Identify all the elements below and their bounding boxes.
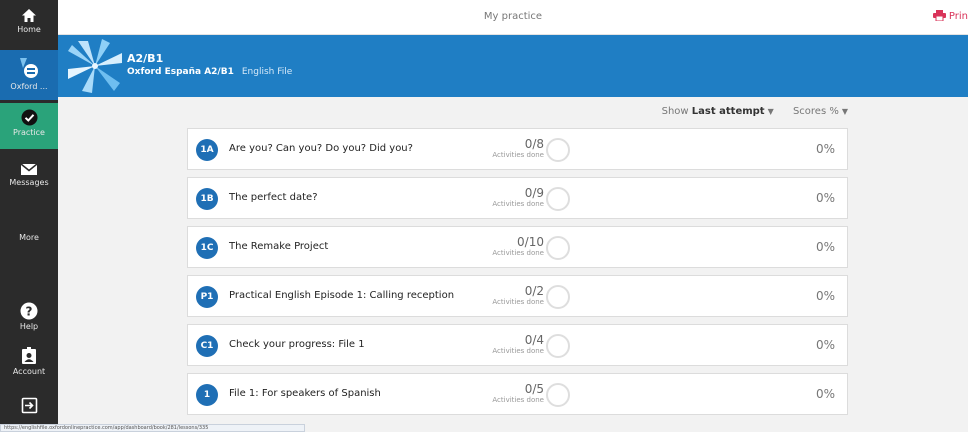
unit-badge: 1C bbox=[196, 237, 218, 259]
unit-badge: 1 bbox=[196, 384, 218, 406]
unit-score: 0% bbox=[815, 142, 835, 156]
activities-count: 0/10 bbox=[517, 235, 544, 249]
account-icon bbox=[22, 347, 36, 364]
activities-done: 0/4 Activities done bbox=[470, 333, 544, 356]
unit-title: The Remake Project bbox=[229, 241, 329, 252]
activities-label: Activities done bbox=[492, 151, 544, 159]
unit-score: 0% bbox=[815, 240, 835, 254]
filter-bar: Show Last attempt ▼ Scores % ▼ bbox=[662, 106, 848, 117]
sidebar-item-label: Messages bbox=[9, 178, 49, 187]
sidebar-item-label: Practice bbox=[13, 128, 45, 137]
activities-label: Activities done bbox=[492, 396, 544, 404]
sidebar: Home Oxford ... Practice Messages More ? bbox=[0, 0, 58, 432]
sidebar-item-label: More bbox=[19, 233, 39, 242]
print-label: Prin bbox=[948, 11, 968, 22]
sidebar-item-logout[interactable] bbox=[0, 397, 58, 416]
printer-icon bbox=[932, 10, 946, 22]
course-banner: A2/B1 Oxford España A2/B1 English File bbox=[58, 35, 968, 97]
activities-count: 0/2 bbox=[524, 284, 544, 298]
sidebar-item-label: Help bbox=[19, 322, 39, 331]
scores-filter-label: Scores % bbox=[792, 106, 839, 117]
sidebar-item-help[interactable]: ? Help bbox=[0, 302, 58, 331]
activities-count: 0/9 bbox=[524, 186, 544, 200]
browser-status-bar: https://englishfile.oxfordonlinepractice… bbox=[0, 424, 305, 432]
unit-score: 0% bbox=[815, 387, 835, 401]
unit-row[interactable]: 1A Are you? Can you? Do you? Did you? 0/… bbox=[187, 128, 848, 170]
progress-ring bbox=[546, 187, 570, 211]
home-icon bbox=[22, 9, 36, 22]
show-filter-value: Last attempt bbox=[691, 106, 765, 117]
logout-icon bbox=[21, 397, 37, 414]
activities-count: 0/5 bbox=[524, 382, 544, 396]
unit-badge: 1B bbox=[196, 188, 218, 210]
activities-done: 0/10 Activities done bbox=[470, 235, 544, 258]
course-level: A2/B1 bbox=[127, 52, 164, 65]
sidebar-item-home[interactable]: Home bbox=[0, 8, 58, 34]
unit-row[interactable]: C1 Check your progress: File 1 0/4 Activ… bbox=[187, 324, 848, 366]
sidebar-item-label: Account bbox=[12, 367, 46, 376]
course-publisher: Oxford España A2/B1 bbox=[127, 67, 234, 77]
unit-score: 0% bbox=[815, 289, 835, 303]
caret-down-icon: ▼ bbox=[841, 107, 848, 116]
show-filter-dropdown[interactable]: Show Last attempt ▼ bbox=[662, 106, 777, 117]
unit-row[interactable]: 1 File 1: For speakers of Spanish 0/5 Ac… bbox=[187, 373, 848, 415]
oxford-app-icon bbox=[20, 58, 38, 78]
svg-text:?: ? bbox=[26, 305, 33, 319]
unit-row[interactable]: 1C The Remake Project 0/10 Activities do… bbox=[187, 226, 848, 268]
activities-done: 0/2 Activities done bbox=[470, 284, 544, 307]
caret-down-icon: ▼ bbox=[767, 107, 774, 116]
show-filter-label: Show bbox=[661, 106, 689, 117]
unit-title: Check your progress: File 1 bbox=[229, 339, 365, 350]
sidebar-item-label: Oxford ... bbox=[10, 82, 48, 91]
progress-ring bbox=[546, 285, 570, 309]
activities-count: 0/4 bbox=[524, 333, 544, 347]
course-product: English File bbox=[241, 67, 293, 77]
unit-list: 1A Are you? Can you? Do you? Did you? 0/… bbox=[187, 128, 848, 422]
activities-label: Activities done bbox=[492, 347, 544, 355]
activities-done: 0/9 Activities done bbox=[470, 186, 544, 209]
scores-filter-dropdown[interactable]: Scores % ▼ bbox=[793, 106, 848, 117]
print-button[interactable]: Prin bbox=[932, 10, 968, 22]
sidebar-item-more[interactable]: More bbox=[0, 233, 58, 242]
envelope-icon bbox=[20, 163, 38, 175]
top-bar: My practice Prin bbox=[58, 0, 968, 35]
sidebar-item-practice[interactable]: Practice bbox=[0, 103, 58, 149]
progress-ring bbox=[546, 334, 570, 358]
unit-row[interactable]: P1 Practical English Episode 1: Calling … bbox=[187, 275, 848, 317]
course-cover-logo bbox=[68, 39, 122, 93]
course-subtitle: Oxford España A2/B1 English File bbox=[127, 67, 292, 77]
unit-badge: P1 bbox=[196, 286, 218, 308]
unit-title: The perfect date? bbox=[229, 192, 318, 203]
unit-title: Practical English Episode 1: Calling rec… bbox=[229, 290, 455, 301]
progress-ring bbox=[546, 138, 570, 162]
unit-score: 0% bbox=[815, 338, 835, 352]
progress-ring bbox=[546, 236, 570, 260]
unit-badge: 1A bbox=[196, 139, 218, 161]
help-icon: ? bbox=[20, 302, 38, 320]
activities-done: 0/5 Activities done bbox=[470, 382, 544, 405]
unit-badge: C1 bbox=[196, 335, 218, 357]
unit-title: File 1: For speakers of Spanish bbox=[229, 388, 381, 399]
check-circle-icon bbox=[21, 109, 37, 126]
unit-score: 0% bbox=[815, 191, 835, 205]
progress-ring bbox=[546, 383, 570, 407]
activities-label: Activities done bbox=[492, 249, 544, 257]
sidebar-item-label: Home bbox=[17, 25, 41, 34]
unit-title: Are you? Can you? Do you? Did you? bbox=[229, 143, 413, 154]
sidebar-item-oxford[interactable]: Oxford ... bbox=[0, 50, 58, 100]
activities-done: 0/8 Activities done bbox=[470, 137, 544, 160]
unit-row[interactable]: 1B The perfect date? 0/9 Activities done… bbox=[187, 177, 848, 219]
activities-label: Activities done bbox=[492, 298, 544, 306]
sidebar-item-account[interactable]: Account bbox=[0, 347, 58, 376]
activities-count: 0/8 bbox=[524, 137, 544, 151]
page-title: My practice bbox=[483, 11, 543, 22]
sidebar-item-messages[interactable]: Messages bbox=[0, 163, 58, 187]
activities-label: Activities done bbox=[492, 200, 544, 208]
